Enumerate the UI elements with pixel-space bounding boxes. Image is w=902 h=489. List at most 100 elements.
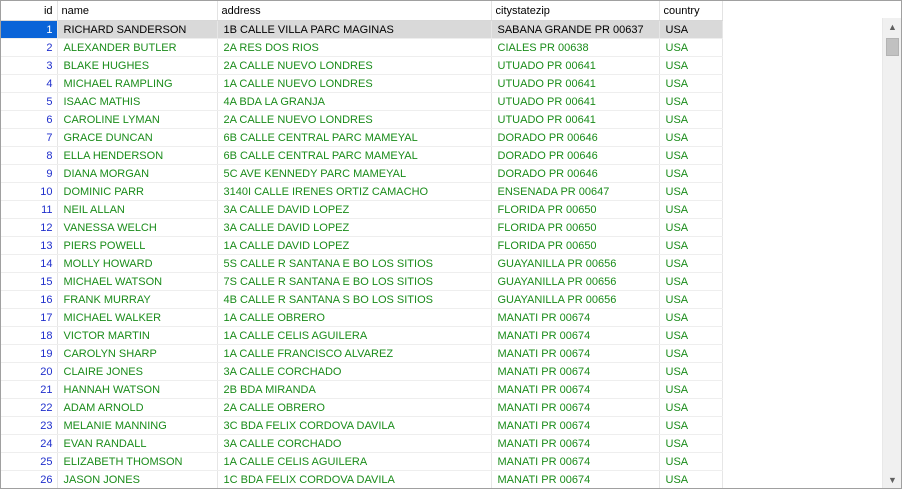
table-row[interactable]: 25 ELIZABETH THOMSON 1A CALLE CELIS AGUILE…: [1, 452, 723, 471]
cell-name[interactable]: BLAKE HUGHES: [57, 56, 218, 75]
table-row[interactable]: 8 ELLA HENDERSON 6B CALLE CENTRAL PARC MAM…: [1, 146, 723, 165]
cell-country[interactable]: USA: [659, 218, 723, 237]
cell-citystatezip[interactable]: UTUADO PR 00641: [491, 92, 660, 111]
cell-address[interactable]: 5S CALLE R SANTANA E BO LOS SITIOS: [217, 254, 492, 273]
cell-citystatezip[interactable]: DORADO PR 00646: [491, 164, 660, 183]
cell-address[interactable]: 6B CALLE CENTRAL PARC MAMEYAL: [217, 128, 492, 147]
cell-citystatezip[interactable]: MANATI PR 00674: [491, 434, 660, 453]
column-header-name[interactable]: name: [57, 1, 218, 21]
cell-address[interactable]: 4A BDA LA GRANJA: [217, 92, 492, 111]
cell-id[interactable]: 10: [1, 182, 58, 201]
cell-id[interactable]: 24: [1, 434, 58, 453]
column-header-address[interactable]: address: [217, 1, 492, 21]
table-row[interactable]: 3 BLAKE HUGHES 2A CALLE NUEVO LONDRES UTUAD…: [1, 56, 723, 75]
table-row[interactable]: 20 CLAIRE JONES 3A CALLE CORCHADO MANATI PR…: [1, 362, 723, 381]
cell-country[interactable]: USA: [659, 92, 723, 111]
results-grid[interactable]: id name address citystatezip country 1 RI…: [1, 1, 882, 488]
cell-id[interactable]: 19: [1, 344, 58, 363]
cell-id[interactable]: 11: [1, 200, 58, 219]
cell-id[interactable]: 4: [1, 74, 58, 93]
cell-id[interactable]: 26: [1, 470, 58, 488]
cell-name[interactable]: MICHAEL WATSON: [57, 272, 218, 291]
cell-citystatezip[interactable]: FLORIDA PR 00650: [491, 200, 660, 219]
table-row[interactable]: 22 ADAM ARNOLD 2A CALLE OBRERO MANATI PR 00…: [1, 398, 723, 417]
cell-citystatezip[interactable]: UTUADO PR 00641: [491, 110, 660, 129]
cell-address[interactable]: 2A RES DOS RIOS: [217, 38, 492, 57]
cell-name[interactable]: PIERS POWELL: [57, 236, 218, 255]
cell-id[interactable]: 1: [1, 20, 58, 39]
cell-id[interactable]: 12: [1, 218, 58, 237]
cell-id[interactable]: 18: [1, 326, 58, 345]
cell-citystatezip[interactable]: MANATI PR 00674: [491, 308, 660, 327]
cell-name[interactable]: DIANA MORGAN: [57, 164, 218, 183]
cell-name[interactable]: CAROLINE LYMAN: [57, 110, 218, 129]
cell-country[interactable]: USA: [659, 362, 723, 381]
cell-citystatezip[interactable]: FLORIDA PR 00650: [491, 236, 660, 255]
cell-id[interactable]: 25: [1, 452, 58, 471]
cell-id[interactable]: 8: [1, 146, 58, 165]
cell-address[interactable]: 1A CALLE CELIS AGUILERA: [217, 326, 492, 345]
cell-id[interactable]: 16: [1, 290, 58, 309]
cell-id[interactable]: 21: [1, 380, 58, 399]
cell-name[interactable]: FRANK MURRAY: [57, 290, 218, 309]
cell-address[interactable]: 2A CALLE NUEVO LONDRES: [217, 56, 492, 75]
cell-country[interactable]: USA: [659, 452, 723, 471]
cell-citystatezip[interactable]: MANATI PR 00674: [491, 452, 660, 471]
table-row[interactable]: 13 PIERS POWELL 1A CALLE DAVID LOPEZ FLORID…: [1, 236, 723, 255]
cell-citystatezip[interactable]: MANATI PR 00674: [491, 344, 660, 363]
cell-address[interactable]: 1A CALLE FRANCISCO ALVAREZ: [217, 344, 492, 363]
cell-id[interactable]: 5: [1, 92, 58, 111]
cell-address[interactable]: 2A CALLE NUEVO LONDRES: [217, 110, 492, 129]
cell-country[interactable]: USA: [659, 272, 723, 291]
cell-country[interactable]: USA: [659, 182, 723, 201]
cell-country[interactable]: USA: [659, 308, 723, 327]
cell-country[interactable]: USA: [659, 110, 723, 129]
cell-citystatezip[interactable]: MANATI PR 00674: [491, 470, 660, 488]
table-row[interactable]: 14 MOLLY HOWARD 5S CALLE R SANTANA E BO LO…: [1, 254, 723, 273]
cell-address[interactable]: 3140I CALLE IRENES ORTIZ CAMACHO: [217, 182, 492, 201]
cell-citystatezip[interactable]: MANATI PR 00674: [491, 398, 660, 417]
cell-address[interactable]: 2A CALLE OBRERO: [217, 398, 492, 417]
cell-country[interactable]: USA: [659, 164, 723, 183]
cell-name[interactable]: CLAIRE JONES: [57, 362, 218, 381]
cell-name[interactable]: HANNAH WATSON: [57, 380, 218, 399]
cell-name[interactable]: MICHAEL WALKER: [57, 308, 218, 327]
cell-citystatezip[interactable]: GUAYANILLA PR 00656: [491, 290, 660, 309]
cell-country[interactable]: USA: [659, 290, 723, 309]
cell-name[interactable]: CAROLYN SHARP: [57, 344, 218, 363]
cell-citystatezip[interactable]: UTUADO PR 00641: [491, 74, 660, 93]
table-row[interactable]: 21 HANNAH WATSON 2B BDA MIRANDA MANATI PR 0…: [1, 380, 723, 399]
cell-citystatezip[interactable]: CIALES PR 00638: [491, 38, 660, 57]
cell-citystatezip[interactable]: MANATI PR 00674: [491, 380, 660, 399]
cell-country[interactable]: USA: [659, 74, 723, 93]
table-row[interactable]: 18 VICTOR MARTIN 1A CALLE CELIS AGUILERA MA…: [1, 326, 723, 345]
cell-citystatezip[interactable]: DORADO PR 00646: [491, 146, 660, 165]
cell-address[interactable]: 3C BDA FELIX CORDOVA DAVILA: [217, 416, 492, 435]
cell-name[interactable]: VICTOR MARTIN: [57, 326, 218, 345]
vertical-scrollbar[interactable]: ▲ ▼: [882, 18, 901, 488]
cell-citystatezip[interactable]: MANATI PR 00674: [491, 326, 660, 345]
table-row[interactable]: 6 CAROLINE LYMAN 2A CALLE NUEVO LONDRES UTU…: [1, 110, 723, 129]
cell-address[interactable]: 1A CALLE CELIS AGUILERA: [217, 452, 492, 471]
table-row[interactable]: 19 CAROLYN SHARP 1A CALLE FRANCISCO ALVARE…: [1, 344, 723, 363]
cell-citystatezip[interactable]: DORADO PR 00646: [491, 128, 660, 147]
cell-id[interactable]: 23: [1, 416, 58, 435]
table-row[interactable]: 12 VANESSA WELCH 3A CALLE DAVID LOPEZ FLORI…: [1, 218, 723, 237]
cell-country[interactable]: USA: [659, 38, 723, 57]
cell-name[interactable]: RICHARD SANDERSON: [57, 20, 218, 39]
cell-country[interactable]: USA: [659, 344, 723, 363]
cell-country[interactable]: USA: [659, 200, 723, 219]
cell-citystatezip[interactable]: GUAYANILLA PR 00656: [491, 272, 660, 291]
cell-country[interactable]: USA: [659, 326, 723, 345]
column-header-country[interactable]: country: [659, 1, 723, 21]
table-row[interactable]: 7 GRACE DUNCAN 6B CALLE CENTRAL PARC MAMEY…: [1, 128, 723, 147]
table-row[interactable]: 4 MICHAEL RAMPLING 1A CALLE NUEVO LONDRES U…: [1, 74, 723, 93]
cell-name[interactable]: NEIL ALLAN: [57, 200, 218, 219]
cell-name[interactable]: EVAN RANDALL: [57, 434, 218, 453]
cell-address[interactable]: 4B CALLE R SANTANA S BO LOS SITIOS: [217, 290, 492, 309]
cell-name[interactable]: ELIZABETH THOMSON: [57, 452, 218, 471]
cell-address[interactable]: 1B CALLE VILLA PARC MAGINAS: [217, 20, 492, 39]
cell-country[interactable]: USA: [659, 254, 723, 273]
cell-citystatezip[interactable]: ENSENADA PR 00647: [491, 182, 660, 201]
cell-citystatezip[interactable]: UTUADO PR 00641: [491, 56, 660, 75]
